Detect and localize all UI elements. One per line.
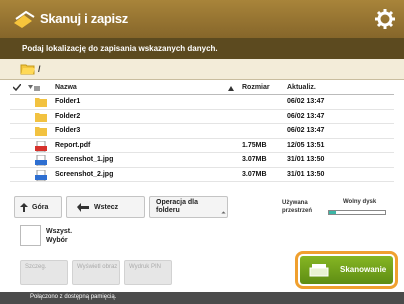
type-sort-icon[interactable]	[28, 84, 40, 92]
column-size[interactable]: Rozmiar	[242, 84, 270, 91]
storage-bar	[328, 210, 386, 215]
scanner-icon	[309, 264, 329, 277]
folder-icon	[35, 112, 47, 122]
selection-label[interactable]: Wszyst. Wybór	[46, 227, 72, 245]
storage-bar-fill	[329, 211, 336, 214]
back-arrow-icon	[77, 203, 89, 212]
current-path: /	[38, 64, 41, 74]
scan-button[interactable]: Skanowanie	[300, 256, 393, 284]
select-all-checkbox[interactable]	[20, 225, 41, 246]
table-row[interactable]: Folder3 06/02 13:47	[10, 124, 394, 139]
table-row[interactable]: Report.pdf 1.75MB 12/05 13:51	[10, 139, 394, 153]
page-title: Skanuj i zapisz	[40, 11, 128, 26]
used-space-label: Używana przestrzeń	[282, 200, 313, 214]
capacity-label: Wolny dysk	[343, 199, 377, 205]
file-controls: Góra Wstecz Operacja dla folderu Używana…	[10, 196, 394, 222]
view-image-button[interactable]: Wyświetl obraz	[72, 260, 120, 285]
table-row[interactable]: Screenshot_2.jpg 3.07MB 31/01 13:50	[10, 168, 394, 182]
table-row[interactable]: Folder2 06/02 13:47	[10, 110, 394, 124]
scan-save-icon	[14, 10, 35, 28]
path-bar: /	[0, 59, 404, 80]
status-bar: Połączono z dostępną pamięcią.	[0, 292, 404, 304]
image-file-icon	[35, 155, 47, 166]
file-table: Nazwa Rozmiar Aktualiz. Folder1 06/02 13…	[10, 81, 394, 182]
folder-open-icon	[20, 64, 35, 75]
up-button[interactable]: Góra	[14, 196, 62, 218]
back-button[interactable]: Wstecz	[66, 196, 145, 218]
pin-print-button[interactable]: Wydruk PIN	[124, 260, 172, 285]
up-arrow-icon	[20, 203, 28, 212]
folder-operations-button[interactable]: Operacja dla folderu	[149, 196, 228, 218]
gear-icon[interactable]	[375, 9, 395, 29]
table-header: Nazwa Rozmiar Aktualiz.	[10, 81, 394, 95]
folder-icon	[35, 98, 47, 107]
column-date[interactable]: Aktualiz.	[287, 84, 316, 91]
details-button[interactable]: Szczeg.	[20, 260, 68, 285]
image-file-icon	[35, 169, 47, 181]
title-bar: Skanuj i zapisz	[0, 0, 404, 38]
checkmark-icon[interactable]	[13, 84, 21, 91]
table-row[interactable]: Folder1 06/02 13:47	[10, 95, 394, 110]
table-row[interactable]: Screenshot_1.jpg 3.07MB 31/01 13:50	[10, 153, 394, 168]
folder-icon	[35, 127, 47, 136]
instruction-text: Podaj lokalizację do zapisania wskazanyc…	[0, 38, 404, 59]
pdf-file-icon	[35, 140, 47, 152]
sort-ascending-icon	[228, 86, 234, 91]
column-name[interactable]: Nazwa	[55, 84, 77, 91]
